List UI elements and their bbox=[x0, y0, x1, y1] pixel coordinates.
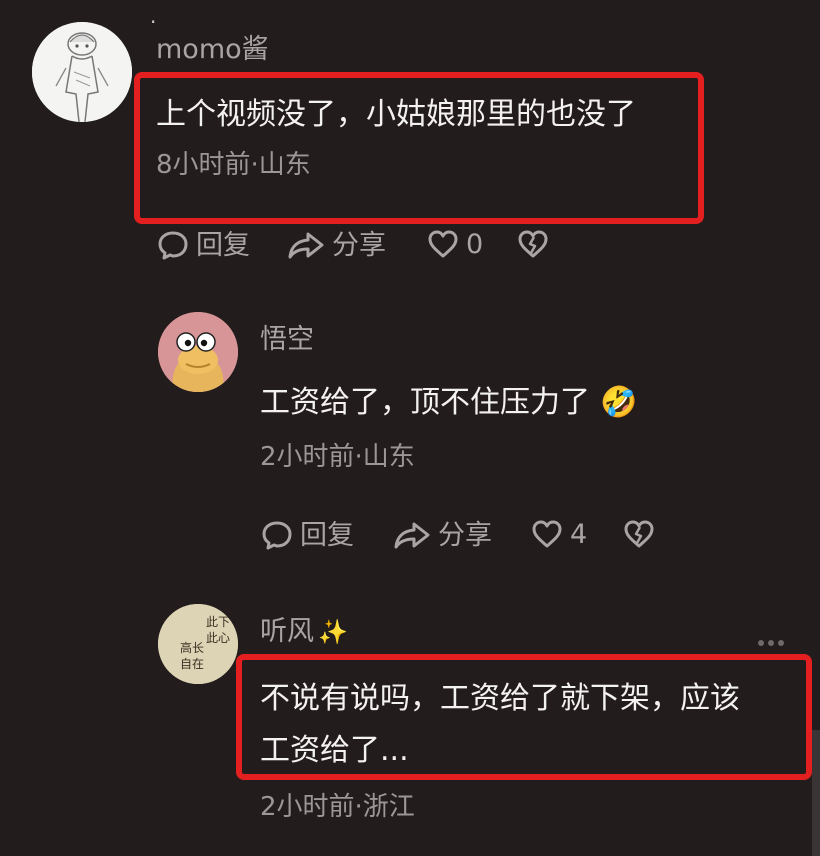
comment-meta: 2小时前·浙江 bbox=[260, 792, 415, 822]
share-button[interactable]: 分享 bbox=[286, 228, 386, 262]
comment-text: 上个视频没了，小姑娘那里的也没了 bbox=[156, 97, 636, 132]
share-arrow-icon bbox=[394, 522, 430, 549]
calligraphy-glyph: 高长 bbox=[180, 640, 204, 655]
username[interactable]: 听风 ✨ bbox=[260, 618, 348, 645]
share-label: 分享 bbox=[332, 229, 386, 261]
dislike-button[interactable] bbox=[516, 228, 550, 260]
scrollbar[interactable] bbox=[812, 730, 820, 856]
speech-bubble-icon bbox=[158, 231, 188, 260]
username[interactable]: momo酱 bbox=[156, 36, 269, 63]
like-count: 4 bbox=[570, 518, 588, 550]
comment-meta: 8小时前·山东 bbox=[156, 150, 311, 180]
like-button[interactable]: 4 bbox=[530, 518, 587, 550]
cartoon-boy-avatar-icon bbox=[32, 22, 132, 122]
comment-text: 工资给了，顶不住压力了 🤣 bbox=[260, 388, 637, 418]
avatar[interactable] bbox=[32, 22, 132, 122]
share-label: 分享 bbox=[438, 519, 492, 551]
comment-meta: 2小时前·山东 bbox=[260, 442, 415, 472]
avatar[interactable]: 此下 此心 高长 自在 bbox=[158, 604, 238, 684]
share-arrow-icon bbox=[288, 232, 324, 259]
comment-text-body: 工资给了，顶不住压力了 bbox=[260, 385, 590, 420]
like-count: 0 bbox=[466, 228, 484, 260]
calligraphy-avatar-icon: 此下 此心 高长 自在 bbox=[158, 604, 238, 684]
top-cutoff-glyph: · · · bbox=[150, 0, 193, 34]
reply-label: 回复 bbox=[300, 519, 354, 551]
more-options-icon[interactable] bbox=[758, 640, 784, 646]
speech-bubble-icon bbox=[262, 521, 292, 550]
share-button[interactable]: 分享 bbox=[392, 518, 492, 552]
heart-icon bbox=[428, 230, 458, 258]
calligraphy-glyph: 此下 bbox=[206, 615, 230, 629]
username-text: 听风 bbox=[260, 616, 314, 647]
reply-label: 回复 bbox=[196, 229, 250, 261]
comment-text: 不说有说吗，工资给了就下架，应该 bbox=[260, 681, 740, 716]
sparkles-emoji: ✨ bbox=[318, 617, 348, 646]
highlight-box bbox=[134, 72, 704, 224]
reply-button[interactable]: 回复 bbox=[260, 518, 354, 552]
dislike-button[interactable] bbox=[622, 518, 656, 550]
heart-icon bbox=[532, 520, 562, 548]
broken-heart-icon bbox=[624, 520, 654, 548]
cartoon-character-avatar-icon bbox=[158, 312, 238, 392]
broken-heart-icon bbox=[518, 230, 548, 258]
calligraphy-glyph: 此心 bbox=[206, 631, 230, 645]
username[interactable]: 悟空 bbox=[260, 326, 314, 353]
calligraphy-glyph: 自在 bbox=[180, 657, 204, 671]
avatar[interactable] bbox=[158, 312, 238, 392]
laughing-emoji: 🤣 bbox=[600, 385, 638, 420]
comment-text: 工资给了... bbox=[260, 733, 409, 768]
reply-button[interactable]: 回复 bbox=[156, 228, 250, 262]
like-button[interactable]: 0 bbox=[426, 228, 483, 260]
